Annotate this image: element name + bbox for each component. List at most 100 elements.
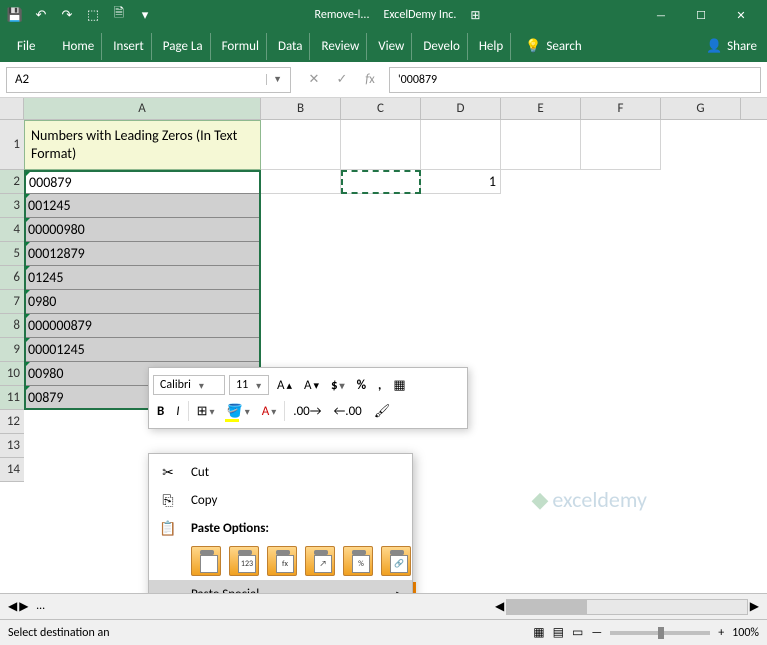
cell[interactable] bbox=[421, 120, 501, 170]
cell[interactable] bbox=[341, 170, 421, 194]
minimize-icon[interactable]: — bbox=[641, 0, 681, 30]
cm-paste-special[interactable]: Paste Special... ▶ bbox=[149, 580, 412, 593]
tab-view[interactable]: View bbox=[371, 33, 412, 60]
tab-developer[interactable]: Develo bbox=[416, 33, 467, 60]
zoom-level[interactable]: 100% bbox=[732, 626, 759, 640]
row-header-12[interactable]: 12 bbox=[0, 410, 24, 434]
row-header-1[interactable]: 1 bbox=[0, 120, 24, 170]
row-header-7[interactable]: 7 bbox=[0, 290, 24, 314]
row-header-10[interactable]: 10 bbox=[0, 362, 24, 386]
redo-icon[interactable]: ↷ bbox=[58, 6, 76, 24]
tab-insert[interactable]: Insert bbox=[106, 33, 152, 60]
cell-d2-copied[interactable]: 1 bbox=[421, 170, 501, 194]
percent-icon[interactable]: % bbox=[353, 374, 370, 396]
enter-formula-icon[interactable]: ✓ bbox=[331, 69, 353, 91]
borders-icon[interactable]: ▦ bbox=[389, 374, 409, 396]
save-icon[interactable]: 💾 bbox=[6, 6, 24, 24]
row-header-3[interactable]: 3 bbox=[0, 194, 24, 218]
maximize-icon[interactable]: ☐ bbox=[681, 0, 721, 30]
row-header-4[interactable]: 4 bbox=[0, 218, 24, 242]
currency-icon[interactable]: $▾ bbox=[327, 374, 349, 396]
fill-color-icon[interactable]: 🪣▾ bbox=[223, 400, 254, 422]
paste-values-icon[interactable]: 123 bbox=[229, 546, 259, 576]
sheet-nav-next-icon[interactable]: ▶ bbox=[19, 599, 28, 614]
row-header-9[interactable]: 9 bbox=[0, 338, 24, 362]
paste-transpose-icon[interactable]: ↗ bbox=[305, 546, 335, 576]
row-header-11[interactable]: 11 bbox=[0, 386, 24, 410]
row-header-13[interactable]: 13 bbox=[0, 434, 24, 458]
col-header-c[interactable]: C bbox=[341, 98, 421, 119]
cell-a6[interactable]: 01245 bbox=[24, 266, 261, 290]
zoom-out-icon[interactable]: — bbox=[591, 626, 602, 640]
undo-icon[interactable]: ↶ bbox=[32, 6, 50, 24]
cell[interactable] bbox=[261, 170, 341, 194]
font-color-icon[interactable]: A▾ bbox=[258, 400, 281, 422]
decrease-font-icon[interactable]: A▾ bbox=[300, 374, 323, 396]
row-header-14[interactable]: 14 bbox=[0, 458, 24, 482]
col-header-d[interactable]: D bbox=[421, 98, 501, 119]
cell-a8[interactable]: 000000879 bbox=[24, 314, 261, 338]
hscroll-track[interactable] bbox=[506, 599, 748, 615]
share-button[interactable]: 👤 Share bbox=[706, 39, 757, 54]
cell[interactable] bbox=[261, 120, 341, 170]
window-icon[interactable]: ⊞ bbox=[470, 8, 480, 23]
touch-icon[interactable]: ⬚ bbox=[84, 6, 102, 24]
cell-a7[interactable]: 0980 bbox=[24, 290, 261, 314]
font-name[interactable]: Calibri▾ bbox=[153, 375, 225, 395]
view-normal-icon[interactable]: ▦ bbox=[533, 625, 544, 640]
qat-more-icon[interactable]: ▾ bbox=[136, 6, 154, 24]
paste-default-icon[interactable] bbox=[191, 546, 221, 576]
col-header-e[interactable]: E bbox=[501, 98, 581, 119]
tab-page-layout[interactable]: Page La bbox=[156, 33, 211, 60]
paste-formulas-icon[interactable]: fx bbox=[267, 546, 297, 576]
tab-data[interactable]: Data bbox=[271, 33, 311, 60]
cell[interactable] bbox=[501, 120, 581, 170]
formula-bar[interactable]: '000879 bbox=[389, 67, 761, 93]
cell-a9[interactable]: 00001245 bbox=[24, 338, 261, 362]
format-painter-icon[interactable]: 🖌 bbox=[370, 400, 395, 422]
border-icon[interactable]: ⊞▾ bbox=[193, 400, 219, 422]
tab-review[interactable]: Review bbox=[314, 33, 367, 60]
hscroll-thumb[interactable] bbox=[507, 600, 587, 614]
col-header-f[interactable]: F bbox=[581, 98, 661, 119]
view-page-icon[interactable]: ▤ bbox=[553, 625, 564, 640]
cell[interactable] bbox=[581, 120, 661, 170]
select-all-corner[interactable] bbox=[0, 98, 24, 119]
hscroll-right-icon[interactable]: ▶ bbox=[750, 599, 759, 614]
row-header-2[interactable]: 2 bbox=[0, 170, 24, 194]
hscroll-left-icon[interactable]: ◀ bbox=[495, 599, 504, 614]
increase-decimal-icon[interactable]: ←.00 bbox=[330, 400, 366, 422]
name-box[interactable]: A2 ▼ bbox=[6, 67, 291, 93]
tab-formulas[interactable]: Formul bbox=[215, 33, 267, 60]
tab-home[interactable]: Home bbox=[55, 33, 102, 60]
cell-a2-active[interactable]: 000879 bbox=[24, 170, 261, 194]
row-header-8[interactable]: 8 bbox=[0, 314, 24, 338]
view-break-icon[interactable]: ▭ bbox=[572, 625, 583, 640]
increase-font-icon[interactable]: A▴ bbox=[273, 374, 296, 396]
row-header-5[interactable]: 5 bbox=[0, 242, 24, 266]
tell-me-search[interactable]: 💡 Search bbox=[525, 39, 582, 54]
name-box-dropdown-icon[interactable]: ▼ bbox=[266, 74, 282, 85]
paste-formatting-icon[interactable]: % bbox=[343, 546, 373, 576]
row-header-6[interactable]: 6 bbox=[0, 266, 24, 290]
col-header-g[interactable]: G bbox=[661, 98, 741, 119]
cell-a4[interactable]: 00000980 bbox=[24, 218, 261, 242]
cell-a5[interactable]: 00012879 bbox=[24, 242, 261, 266]
close-icon[interactable]: ✕ bbox=[721, 0, 761, 30]
font-size[interactable]: 11▾ bbox=[229, 375, 269, 395]
zoom-in-icon[interactable]: + bbox=[718, 626, 724, 640]
comma-icon[interactable]: , bbox=[374, 374, 385, 396]
italic-icon[interactable]: I bbox=[172, 400, 183, 422]
print-preview-icon[interactable]: 🗎 bbox=[110, 6, 128, 24]
paste-link-icon[interactable]: 🔗 bbox=[381, 546, 411, 576]
decrease-decimal-icon[interactable]: .00→ bbox=[289, 400, 325, 422]
sheet-nav-first-icon[interactable]: ◀ bbox=[8, 599, 17, 614]
cell[interactable] bbox=[341, 120, 421, 170]
fx-icon[interactable]: fx bbox=[359, 69, 381, 91]
col-header-b[interactable]: B bbox=[261, 98, 341, 119]
cm-copy[interactable]: ⎘ Copy bbox=[149, 486, 412, 514]
cancel-formula-icon[interactable]: ✕ bbox=[303, 69, 325, 91]
col-header-a[interactable]: A bbox=[24, 98, 261, 119]
tab-help[interactable]: Help bbox=[472, 33, 511, 60]
cm-cut[interactable]: ✂ Cut bbox=[149, 458, 412, 486]
